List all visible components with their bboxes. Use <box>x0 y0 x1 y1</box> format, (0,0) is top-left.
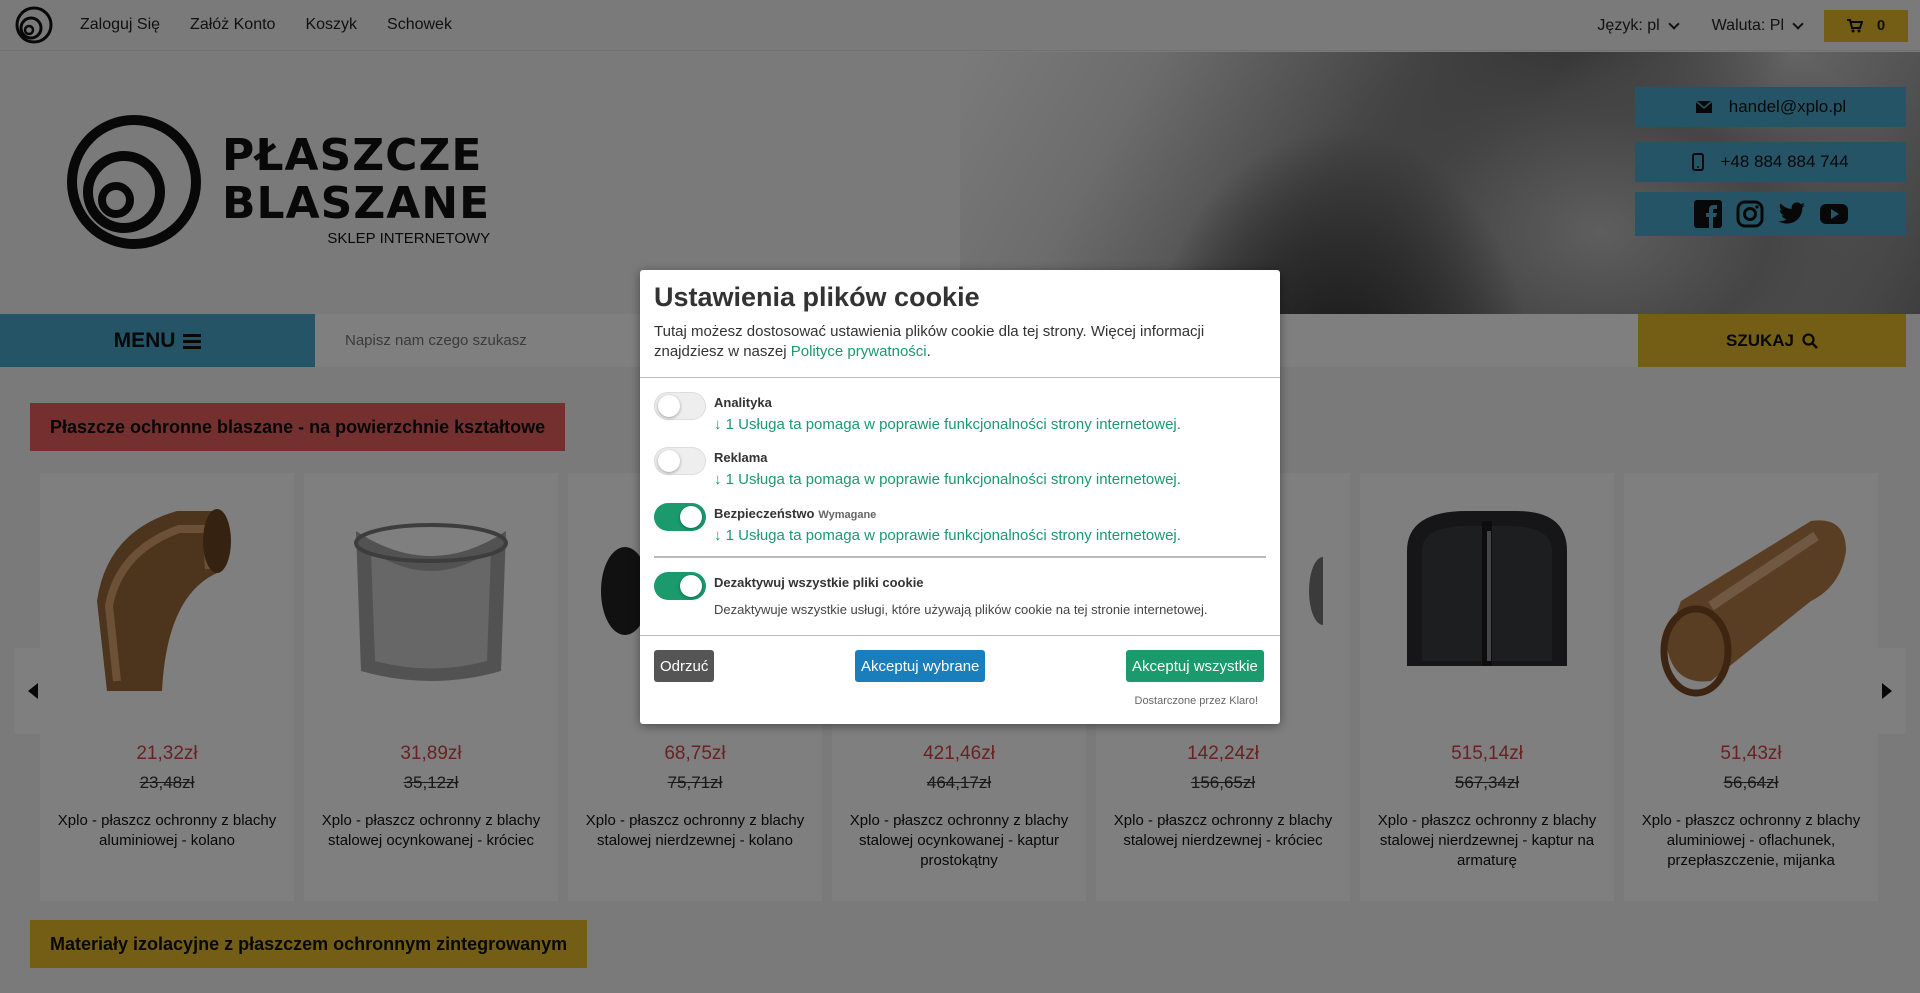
service-name: Reklama <box>714 450 768 465</box>
service-name: Analityka <box>714 395 772 410</box>
disable-all-description: Dezaktywuje wszystkie usługi, które używ… <box>714 602 1208 617</box>
cookie-modal-title: Ustawienia plików cookie <box>654 282 980 312</box>
privacy-policy-link[interactable]: Polityce prywatności <box>791 343 927 360</box>
accept-all-button[interactable]: Akceptuj wszystkie <box>1126 650 1264 682</box>
advertising-toggle[interactable] <box>654 447 706 475</box>
divider <box>640 635 1280 636</box>
service-details-link[interactable]: ↓ 1 Usługa ta pomaga w poprawie funkcjon… <box>714 527 1181 544</box>
divider <box>640 377 1280 378</box>
analytics-toggle[interactable] <box>654 392 706 420</box>
powered-by-link[interactable]: Dostarczone przez Klaro! <box>1135 695 1259 707</box>
required-badge: Wymagane <box>818 509 877 521</box>
service-details-link[interactable]: ↓ 1 Usługa ta pomaga w poprawie funkcjon… <box>714 471 1181 488</box>
cookie-modal-description: Tutaj możesz dostosować ustawienia plikó… <box>654 322 1214 362</box>
service-name-text: Bezpieczeństwo <box>714 506 815 521</box>
accept-selected-button[interactable]: Akceptuj wybrane <box>855 650 986 682</box>
description-suffix: . <box>926 343 931 360</box>
cookie-modal: Ustawienia plików cookie Tutaj możesz do… <box>640 270 1280 724</box>
disable-all-title: Dezaktywuj wszystkie pliki cookie <box>714 575 924 590</box>
service-details-link[interactable]: ↓ 1 Usługa ta pomaga w poprawie funkcjon… <box>714 416 1181 433</box>
service-name: Bezpieczeństwo Wymagane <box>714 506 876 521</box>
divider <box>654 556 1266 558</box>
disable-all-toggle[interactable] <box>654 572 706 600</box>
reject-button[interactable]: Odrzuć <box>654 650 715 682</box>
security-toggle[interactable] <box>654 503 706 531</box>
